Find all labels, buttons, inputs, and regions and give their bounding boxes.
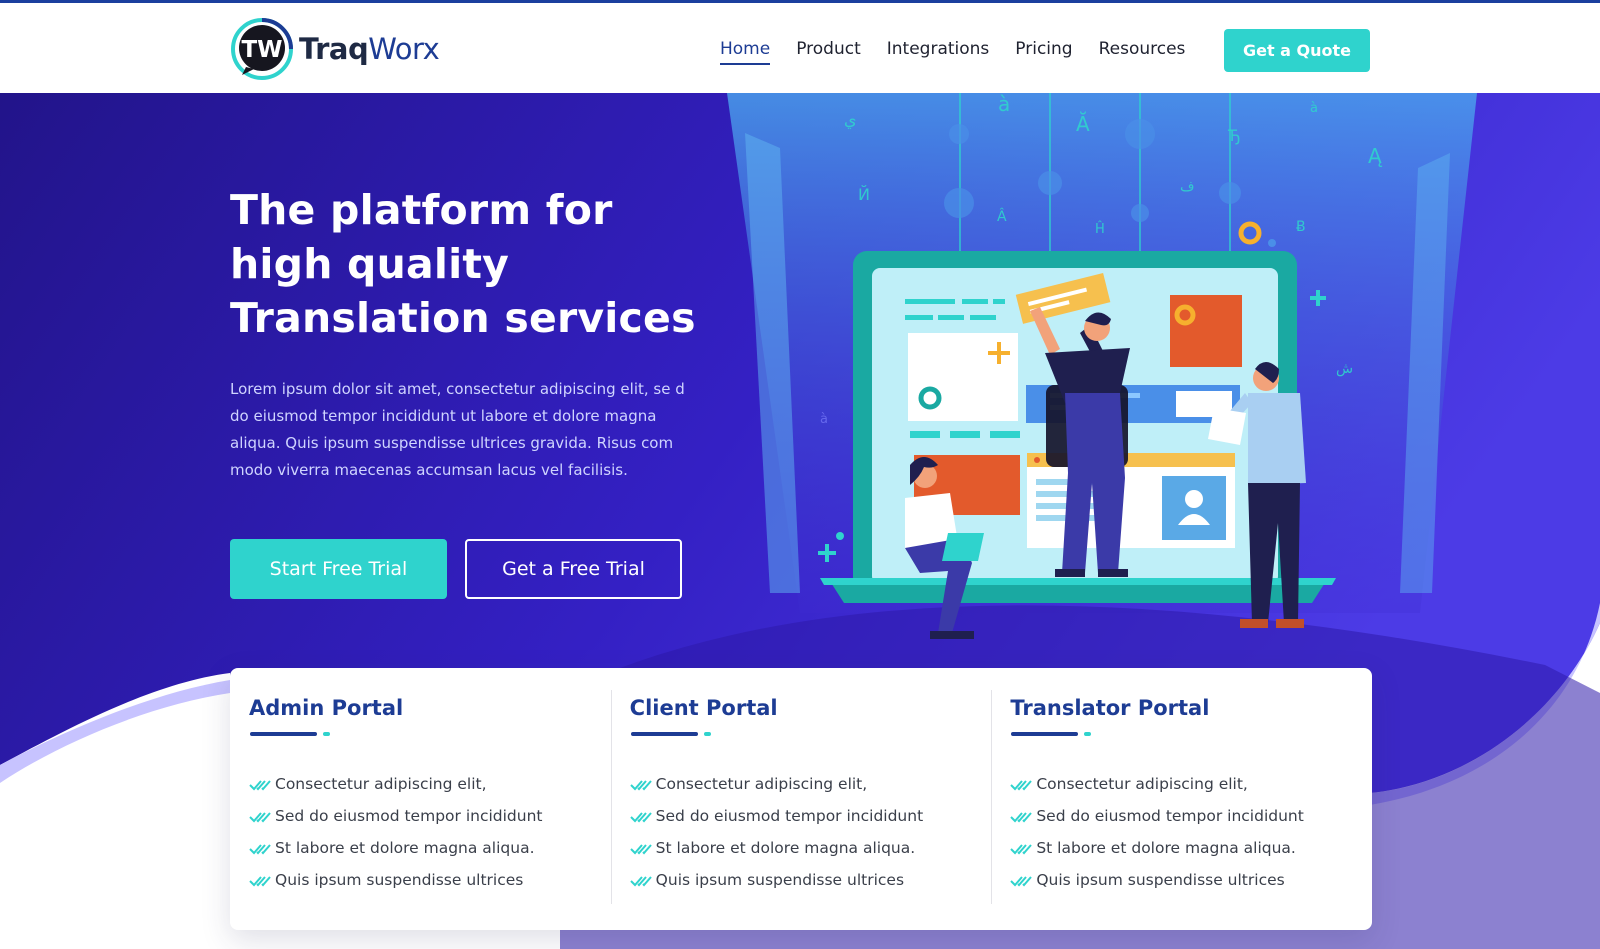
portal-title[interactable]: Admin Portal <box>249 696 592 720</box>
double-check-icon <box>629 780 652 791</box>
portal-feature-list: Consectetur adipiscing elit, Sed do eius… <box>629 775 973 903</box>
list-item: Sed do eiusmod tempor incididunt <box>629 807 973 839</box>
svg-text:Ђ: Ђ <box>1227 126 1241 145</box>
list-item: Quis ipsum suspendisse ultrices <box>249 871 592 903</box>
portal-title[interactable]: Client Portal <box>630 696 973 720</box>
svg-text:à: à <box>820 412 828 427</box>
double-check-icon <box>249 876 271 887</box>
list-item: Consectetur adipiscing elit, <box>629 775 973 807</box>
double-check-icon <box>629 876 652 887</box>
portal-client: Client Portal Consectetur adipiscing eli… <box>610 668 992 930</box>
hero-section: The platform for high quality Translatio… <box>0 93 1600 949</box>
title-underline <box>249 732 592 737</box>
get-quote-button[interactable]: Get a Quote <box>1224 29 1370 72</box>
nav-pricing[interactable]: Pricing <box>1015 39 1072 65</box>
hero-illustration: ي à Ă Ђ Й Â ف Ą Ƀ à Ĥ ش à <box>818 93 1383 639</box>
svg-text:Й: Й <box>858 185 870 204</box>
svg-text:à: à <box>998 93 1010 116</box>
double-check-icon <box>1010 844 1033 855</box>
get-free-trial-button[interactable]: Get a Free Trial <box>465 539 682 599</box>
list-item: Quis ipsum suspendisse ultrices <box>1010 871 1353 903</box>
double-check-icon <box>249 812 271 823</box>
title-underline <box>1010 732 1353 737</box>
portal-title[interactable]: Translator Portal <box>1010 696 1353 720</box>
main-nav: Home Product Integrations Pricing Resour… <box>720 39 1211 65</box>
double-check-icon <box>629 812 652 823</box>
portal-translator: Translator Portal Consectetur adipiscing… <box>991 668 1372 930</box>
double-check-icon <box>249 780 271 791</box>
list-item: St labore et dolore magna aliqua. <box>249 839 592 871</box>
hero-description: Lorem ipsum dolor sit amet, consectetur … <box>230 380 685 479</box>
logo-mark-icon: TW <box>230 17 294 81</box>
svg-text:Â: Â <box>997 207 1007 225</box>
brand-logo[interactable]: TW TraqWorx <box>230 17 440 81</box>
brand-wordmark: TraqWorx <box>299 32 440 66</box>
svg-text:Ĥ: Ĥ <box>1095 221 1105 237</box>
portal-feature-list: Consectetur adipiscing elit, Sed do eius… <box>249 775 592 903</box>
svg-text:ف: ف <box>1180 179 1195 195</box>
svg-text:ش: ش <box>1336 361 1353 377</box>
svg-text:à: à <box>1310 101 1318 116</box>
site-header: TW TraqWorx Home Product Integrations Pr… <box>0 3 1600 93</box>
nav-home[interactable]: Home <box>720 39 771 65</box>
list-item: Quis ipsum suspendisse ultrices <box>629 871 973 903</box>
svg-text:TW: TW <box>241 37 282 63</box>
nav-integrations[interactable]: Integrations <box>887 39 990 65</box>
double-check-icon <box>629 844 652 855</box>
svg-text:Ą: Ą <box>1368 144 1383 168</box>
svg-text:Ƀ: Ƀ <box>1296 219 1306 235</box>
list-item: Sed do eiusmod tempor incididunt <box>1010 807 1353 839</box>
double-check-icon <box>249 844 271 855</box>
title-underline <box>630 732 973 737</box>
hero-title: The platform for high quality Translatio… <box>230 186 696 342</box>
nav-product[interactable]: Product <box>796 39 861 65</box>
svg-text:Ă: Ă <box>1076 112 1090 136</box>
list-item: Consectetur adipiscing elit, <box>249 775 592 807</box>
glyph: ي <box>844 110 857 130</box>
double-check-icon <box>1010 876 1033 887</box>
portal-feature-list: Consectetur adipiscing elit, Sed do eius… <box>1010 775 1353 903</box>
double-check-icon <box>1010 812 1033 823</box>
double-check-icon <box>1010 780 1033 791</box>
list-item: St labore et dolore magna aliqua. <box>1010 839 1353 871</box>
portals-card: Admin Portal Consectetur adipiscing elit… <box>230 668 1372 930</box>
portal-admin: Admin Portal Consectetur adipiscing elit… <box>230 668 611 930</box>
list-item: Sed do eiusmod tempor incididunt <box>249 807 592 839</box>
list-item: Consectetur adipiscing elit, <box>1010 775 1353 807</box>
start-free-trial-button[interactable]: Start Free Trial <box>230 539 447 599</box>
list-item: St labore et dolore magna aliqua. <box>629 839 973 871</box>
nav-resources[interactable]: Resources <box>1099 39 1186 65</box>
